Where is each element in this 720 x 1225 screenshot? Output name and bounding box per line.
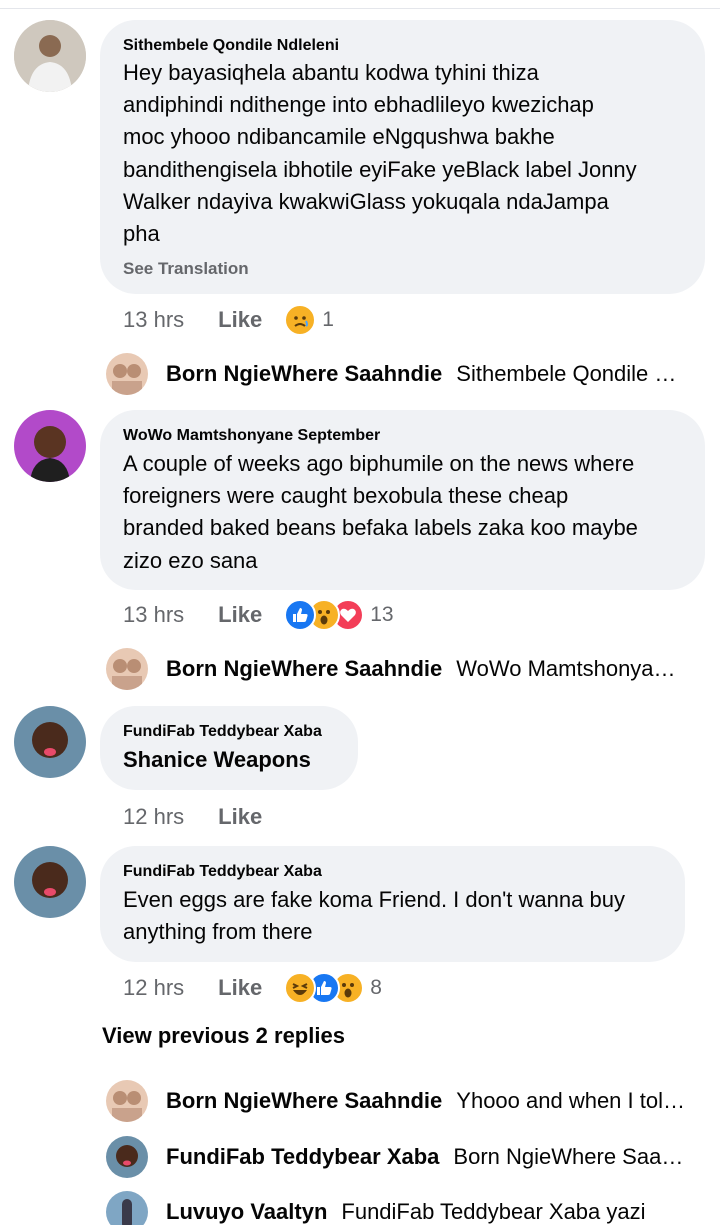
reply-preview-row[interactable]: FundiFab Teddybear Xaba Born NgieWhere S… — [106, 1135, 686, 1179]
person-photo-icon — [14, 846, 86, 918]
comment-time[interactable]: 13 hrs — [123, 307, 184, 333]
reply-preview-row[interactable]: Luvuyo Vaaltyn FundiFab Teddybear Xaba y… — [106, 1190, 686, 1225]
comment-text: Hey bayasiqhela abantu kodwa tyhini thiz… — [123, 60, 637, 247]
reaction-count: 8 — [370, 976, 382, 999]
reply-text: Born NgieWhere Saahndie — [453, 1144, 686, 1169]
comment-author[interactable]: Sithembele Qondile Ndleleni — [123, 37, 339, 55]
like-reaction-icon — [284, 599, 317, 631]
comment-author[interactable]: FundiFab Teddybear Xaba — [123, 723, 322, 741]
comment-time[interactable]: 12 hrs — [123, 804, 184, 830]
avatar — [106, 353, 148, 395]
top-divider — [0, 8, 720, 9]
reaction-count: 13 — [370, 603, 394, 626]
comment-meta: 13 hrs Like 1 — [123, 304, 334, 336]
comment-text: A couple of weeks ago biphumile on the n… — [123, 451, 638, 573]
person-photo-icon — [14, 410, 86, 482]
reaction-summary[interactable]: 1 — [284, 304, 334, 336]
avatar — [106, 1191, 148, 1225]
like-button[interactable]: Like — [218, 975, 262, 1001]
avatar[interactable] — [14, 410, 86, 482]
person-photo-icon — [14, 706, 86, 778]
view-previous-replies-link[interactable]: View previous 2 replies — [102, 1023, 345, 1049]
reply-author[interactable]: Born NgieWhere Saahndie — [166, 361, 442, 387]
see-translation-link[interactable]: See Translation — [123, 259, 249, 279]
reaction-summary[interactable]: 13 — [284, 599, 394, 631]
reply-text: WoWo Mamtshonyane September — [456, 656, 686, 681]
reply-author[interactable]: Born NgieWhere Saahndie — [166, 1088, 442, 1114]
avatar[interactable] — [14, 706, 86, 778]
comment-meta: 12 hrs Like — [123, 802, 262, 832]
reply-preview-row[interactable]: Born NgieWhere Saahndie Sithembele Qondi… — [106, 352, 686, 396]
reply-preview-row[interactable]: Born NgieWhere Saahndie WoWo Mamtshonyan… — [106, 647, 686, 691]
sad-reaction-icon — [284, 304, 317, 336]
comment-text: Shanice Weapons — [123, 747, 311, 772]
reply-text: Sithembele Qondile Ndleleni — [456, 361, 686, 386]
reaction-summary[interactable]: 8 — [284, 972, 382, 1004]
person-photo-icon — [14, 20, 86, 92]
avatar — [106, 1136, 148, 1178]
like-button[interactable]: Like — [218, 307, 262, 333]
avatar — [106, 1080, 148, 1122]
comment-meta: 13 hrs Like 13 — [123, 599, 394, 631]
comment-time[interactable]: 12 hrs — [123, 975, 184, 1001]
haha-reaction-icon — [284, 972, 317, 1004]
reply-preview-row[interactable]: Born NgieWhere Saahndie Yhooo and when I… — [106, 1079, 686, 1123]
comment-author[interactable]: WoWo Mamtshonyane September — [123, 427, 380, 445]
like-button[interactable]: Like — [218, 602, 262, 628]
reply-text: Yhooo and when I told them — [456, 1088, 686, 1113]
comment-text: Even eggs are fake koma Friend. I don't … — [123, 887, 625, 945]
reaction-count: 1 — [322, 308, 334, 331]
avatar[interactable] — [14, 20, 86, 92]
comment-meta: 12 hrs Like 8 — [123, 972, 382, 1004]
avatar[interactable] — [14, 846, 86, 918]
avatar — [106, 648, 148, 690]
reply-text: FundiFab Teddybear Xaba yazi — [341, 1199, 646, 1224]
comment-time[interactable]: 13 hrs — [123, 602, 184, 628]
reply-author[interactable]: Luvuyo Vaaltyn — [166, 1199, 327, 1225]
reply-author[interactable]: Born NgieWhere Saahndie — [166, 656, 442, 682]
reply-author[interactable]: FundiFab Teddybear Xaba — [166, 1144, 439, 1170]
like-button[interactable]: Like — [218, 804, 262, 830]
comment-author[interactable]: FundiFab Teddybear Xaba — [123, 863, 322, 881]
